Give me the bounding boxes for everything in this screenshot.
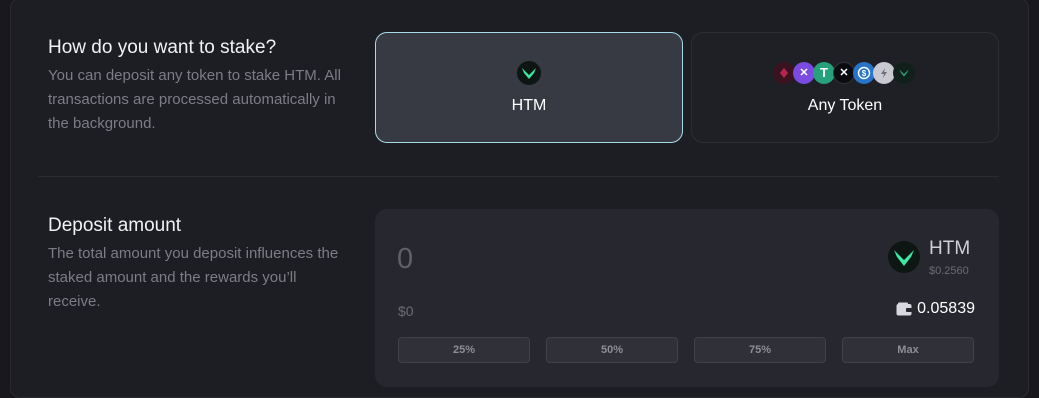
token-symbol: HTM [929, 238, 971, 259]
stake-option-any-token-label: Any Token [807, 96, 883, 114]
htm-token-icon [893, 61, 915, 84]
stake-method-description: You can deposit any token to stake HTM. … [48, 67, 341, 132]
htm-token-icon [888, 241, 920, 273]
staking-panel: How do you want to stake? You can deposi… [10, 0, 1029, 398]
htm-token-icon [517, 60, 541, 85]
gas-icon [873, 61, 895, 84]
wallet-icon [896, 302, 913, 316]
token-price: $0.2560 [929, 265, 969, 277]
svg-text:$: $ [862, 69, 867, 78]
quick-50-button[interactable]: 50% [546, 337, 678, 363]
xrp-icon: ✕ [833, 61, 855, 84]
stake-option-htm-label: HTM [511, 96, 547, 114]
deposit-description: The total amount you deposit influences … [48, 245, 339, 310]
usdc-icon: $ [853, 61, 875, 84]
quick-75-button[interactable]: 75% [694, 337, 826, 363]
quick-max-button[interactable]: Max [842, 337, 974, 363]
stake-option-any-token[interactable]: ✕ T ✕ $ Any Token [691, 32, 999, 143]
deposit-amount-input[interactable] [397, 239, 697, 279]
stake-option-htm[interactable]: HTM [375, 32, 683, 143]
usdt-icon: T [813, 61, 835, 84]
token-icons-row: ✕ T ✕ $ [773, 61, 915, 85]
wallet-balance[interactable]: 0.05839 [896, 300, 975, 318]
usd-value: $0 [398, 303, 414, 319]
dot-icon [773, 61, 795, 84]
deposit-amount-box: HTM $0.2560 $0 0.05839 25% 50% 75% Max [375, 209, 999, 387]
section-divider [38, 176, 999, 177]
xmr-icon: ✕ [793, 61, 815, 84]
deposit-title: Deposit amount [48, 215, 182, 236]
wallet-balance-value: 0.05839 [917, 300, 975, 317]
quick-25-button[interactable]: 25% [398, 337, 530, 363]
stake-method-title: How do you want to stake? [48, 37, 277, 58]
